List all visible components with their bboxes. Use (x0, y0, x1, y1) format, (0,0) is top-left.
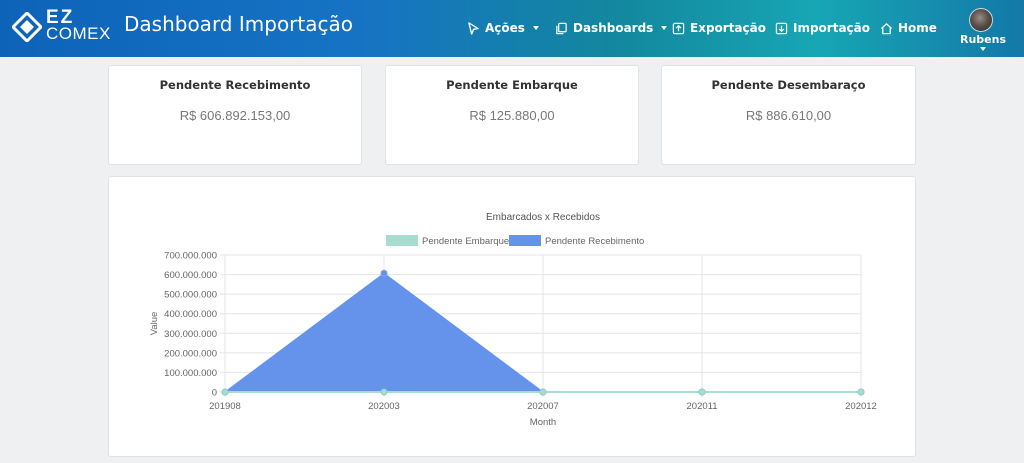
legend-label: Pendente Recebimento (545, 236, 644, 247)
y-tick-label: 700.000.000 (164, 251, 217, 262)
data-point-embarque (221, 388, 229, 396)
kpi-card-pendente-embarque: Pendente Embarque R$ 125.880,00 (385, 65, 639, 165)
data-point-embarque (857, 388, 865, 396)
home-icon (880, 22, 893, 34)
copy-icon (556, 22, 567, 34)
nav-home-label: Home (898, 21, 937, 35)
nav-exportacao-link[interactable]: Exportação (672, 21, 766, 35)
user-avatar[interactable] (969, 8, 993, 32)
cursor-icon (468, 21, 479, 35)
x-axis-label: Month (530, 417, 556, 428)
kpi-title: Pendente Embarque (446, 78, 578, 92)
chevron-down-icon (532, 26, 539, 30)
legend-swatch (509, 235, 541, 246)
nav-dashboards-menu[interactable]: Dashboards (555, 21, 668, 35)
embarcados-recebidos-chart: Embarcados x Recebidos Pendente Embarque P… (149, 212, 877, 428)
kpi-card-pendente-desembaraco: Pendente Desembaraço R$ 886.610,00 (661, 65, 916, 165)
nav-dashboards-label: Dashboards (573, 21, 654, 35)
y-axis-label: Value (149, 312, 160, 336)
x-tick-label: 202003 (368, 401, 400, 412)
data-point-recebimento (380, 269, 388, 277)
y-tick-label: 200.000.000 (164, 348, 217, 359)
kpi-title: Pendente Desembaraço (711, 78, 866, 92)
chevron-down-icon (661, 26, 668, 30)
x-tick-label: 202012 (845, 401, 877, 412)
nav-exportacao-label: Exportação (690, 21, 766, 35)
data-point-embarque (380, 388, 388, 396)
user-menu-chevron-down-icon[interactable] (980, 47, 986, 51)
nav-acoes-menu[interactable]: Ações (467, 21, 539, 35)
data-point-embarque (539, 388, 547, 396)
x-tick-label: 202011 (687, 401, 718, 412)
kpi-title: Pendente Recebimento (159, 78, 311, 92)
nav-acoes-label: Ações (485, 21, 525, 35)
chart-card: Embarcados x Recebidos Pendente Embarque P… (108, 176, 916, 457)
chart-title: Embarcados x Recebidos (486, 212, 600, 223)
nav-importacao-link[interactable]: Importação (775, 21, 870, 35)
y-tick-label: 300.000.000 (164, 329, 217, 340)
page-title: Dashboard Importação (124, 12, 353, 36)
legend-swatch (386, 235, 418, 246)
export-box-icon (672, 22, 685, 34)
nav-importacao-label: Importação (793, 21, 871, 35)
legend-label: Pendente Embarque (422, 236, 509, 247)
logo-comex-text: COMEX (46, 24, 111, 43)
nav-home-link[interactable]: Home (880, 21, 937, 35)
ez-comex-logo-icon[interactable] (12, 12, 42, 42)
data-point-embarque (698, 388, 706, 396)
y-tick-label: 100.000.000 (164, 368, 217, 379)
x-tick-label: 202007 (527, 401, 559, 412)
import-box-icon (775, 22, 788, 34)
y-tick-label: 600.000.000 (164, 270, 217, 281)
y-tick-label: 0 (212, 388, 217, 399)
top-navbar: EZ COMEX Dashboard Importação Ações Dash… (0, 0, 1024, 57)
user-name[interactable]: Rubens (960, 33, 1006, 46)
y-tick-label: 500.000.000 (164, 290, 217, 301)
x-tick-label: 201908 (209, 401, 241, 412)
kpi-value: R$ 606.892.153,00 (179, 108, 291, 123)
kpi-value: R$ 125.880,00 (469, 108, 555, 123)
kpi-value: R$ 886.610,00 (745, 108, 832, 123)
y-tick-label: 400.000.000 (164, 309, 217, 320)
logo-wordmark: EZ COMEX (46, 8, 111, 43)
kpi-card-pendente-recebimento: Pendente Recebimento R$ 606.892.153,00 (108, 65, 362, 165)
